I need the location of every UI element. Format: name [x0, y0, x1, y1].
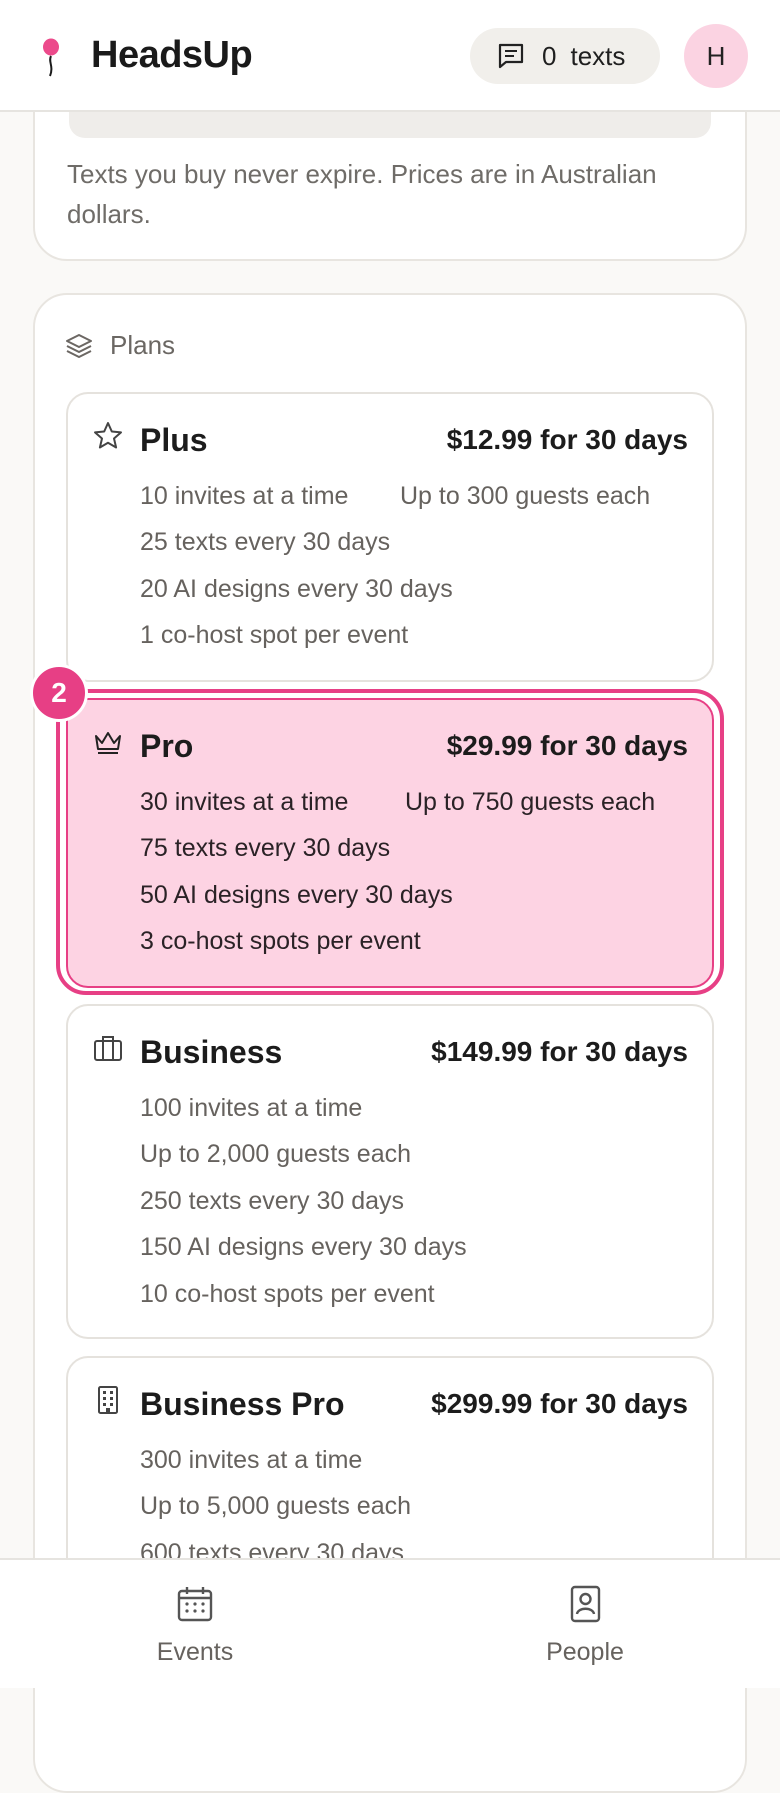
balloon-logo-icon	[43, 38, 59, 77]
plan-feature: 1 co-host spot per event	[140, 621, 409, 649]
nav-label: People	[546, 1638, 624, 1666]
app-header: HeadsUp 0 texts H	[0, 0, 780, 112]
plan-name: Plus	[140, 422, 208, 458]
plan-name: Business Pro	[140, 1386, 345, 1422]
plan-price: $299.99 for 30 days	[431, 1388, 688, 1419]
building-icon	[98, 1386, 118, 1414]
plan-feature: 50 AI designs every 30 days	[140, 881, 453, 909]
texts-balance-button[interactable]: 0 texts	[470, 28, 660, 84]
contact-book-icon	[570, 1585, 601, 1623]
plan-feature: 20 AI designs every 30 days	[140, 575, 453, 603]
nav-label: Events	[156, 1638, 234, 1666]
message-icon	[498, 43, 524, 69]
texts-label: texts	[570, 40, 626, 71]
nav-item-events[interactable]: Events	[115, 1584, 275, 1667]
bottom-navigation: Events People	[0, 1558, 780, 1688]
plan-feature: 25 texts every 30 days	[140, 528, 391, 556]
calendar-icon	[177, 1587, 213, 1622]
plans-title: Plans	[110, 330, 176, 360]
plan-price: $29.99 for 30 days	[446, 730, 688, 761]
plan-feature: Up to 5,000 guests each	[140, 1492, 412, 1520]
plan-price: $12.99 for 30 days	[446, 424, 688, 455]
plan-feature: 250 texts every 30 days	[140, 1187, 405, 1215]
crown-icon	[95, 732, 121, 754]
nav-item-people[interactable]: People	[505, 1584, 665, 1667]
pricing-note: Texts you buy never expire. Prices are i…	[67, 159, 657, 229]
plans-header: Plans	[64, 330, 175, 361]
plan-feature: Up to 2,000 guests each	[140, 1140, 412, 1168]
scrolled-content-bar	[69, 112, 711, 138]
plan-name: Business	[140, 1034, 283, 1070]
plan-feature: 10 co-host spots per event	[140, 1280, 435, 1308]
plan-card-pro[interactable]: Pro $29.99 for 30 days 30 invites at a t…	[66, 698, 714, 988]
plan-card-business[interactable]: Business $149.99 for 30 days 100 invites…	[66, 1004, 714, 1339]
plan-feature: Up to 750 guests each	[405, 788, 656, 816]
texts-count: 0	[542, 40, 557, 71]
star-icon	[94, 422, 122, 449]
briefcase-icon	[94, 1036, 122, 1061]
layers-icon	[66, 333, 92, 358]
plan-feature: 30 invites at a time	[140, 788, 349, 816]
plan-feature: 3 co-host spots per event	[140, 927, 421, 955]
plan-feature: 10 invites at a time	[140, 482, 349, 510]
app-name: HeadsUp	[91, 34, 253, 76]
plan-name: Pro	[140, 728, 194, 764]
plan-feature: Up to 300 guests each	[400, 482, 651, 510]
avatar[interactable]: H	[684, 24, 748, 88]
selection-badge: 2	[30, 664, 88, 722]
plan-feature: 300 invites at a time	[140, 1446, 363, 1474]
plan-feature: 100 invites at a time	[140, 1094, 363, 1122]
plan-feature: 150 AI designs every 30 days	[140, 1233, 467, 1261]
plan-card-plus[interactable]: Plus $12.99 for 30 days 10 invites at a …	[66, 392, 714, 682]
plan-feature: 75 texts every 30 days	[140, 834, 391, 862]
plan-price: $149.99 for 30 days	[431, 1036, 688, 1067]
